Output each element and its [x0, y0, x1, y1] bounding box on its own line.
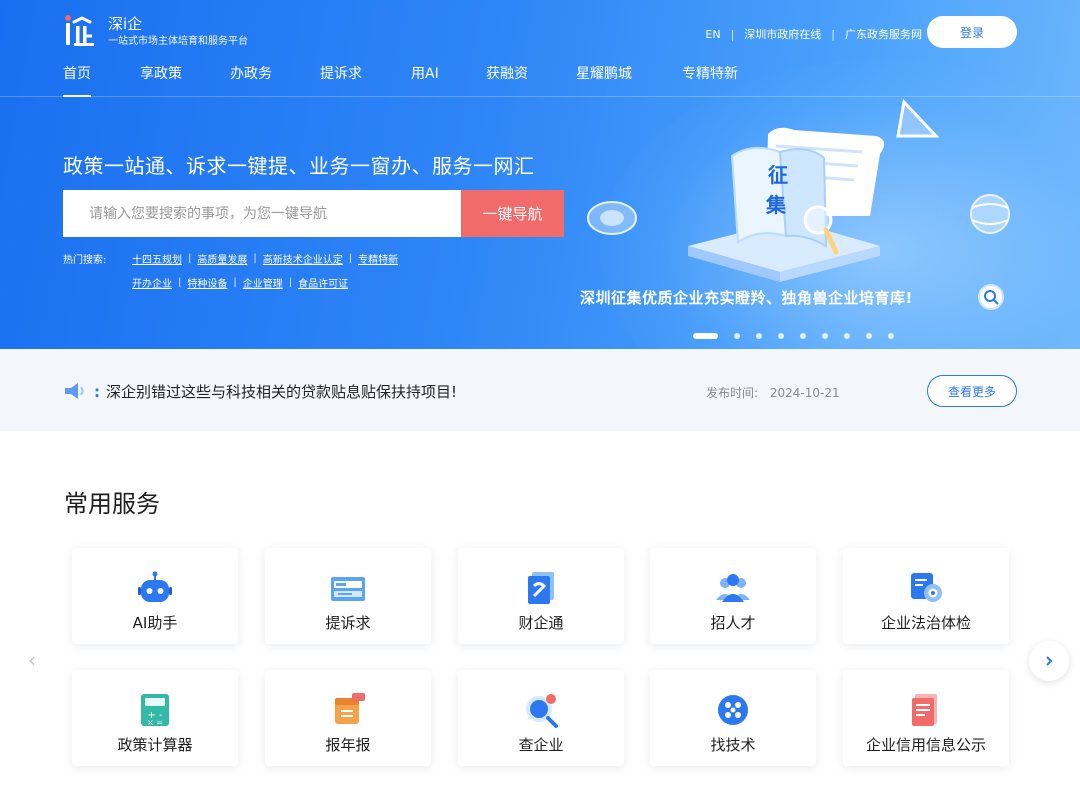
nav-specialized[interactable]: 专精特新 — [682, 63, 738, 97]
chevron-left-icon[interactable]: ‹ — [22, 648, 42, 672]
link-shenzhen-gov[interactable]: 深圳市政府在线 — [744, 26, 821, 42]
notice-publish-time: 发布时间: 2024-10-21 — [706, 384, 840, 401]
link-separator: | — [831, 27, 835, 41]
nav-star-pengcheng[interactable]: 星耀鹏城 — [576, 63, 632, 97]
service-label: 找技术 — [710, 736, 756, 754]
link-separator: | — [730, 27, 735, 41]
service-card-appeal[interactable]: 提诉求 — [265, 548, 431, 644]
service-card-find-tech[interactable]: 找技术 — [650, 670, 816, 766]
section-title-services: 常用服务 — [64, 490, 160, 518]
service-card-talent[interactable]: 招人才 — [650, 548, 816, 644]
site-logo[interactable]: 深i企 一站式市场主体培育和服务平台 — [62, 14, 248, 50]
hero-slogan: 政策一站通、诉求一键提、业务一窗办、服务一网汇 — [63, 154, 535, 178]
megaphone-icon — [63, 382, 85, 404]
publish-time-value: 2024-10-21 — [769, 386, 840, 400]
carousel-dot-9[interactable] — [888, 333, 894, 339]
calculator-icon: + - × = — [137, 692, 173, 728]
service-card-policy-calculator[interactable]: + - × = 政策计算器 — [72, 670, 238, 766]
service-label: 报年报 — [325, 736, 371, 754]
top-links: EN | 深圳市政府在线 | 广东政务服务网 — [705, 26, 922, 42]
carousel-dot-5[interactable] — [800, 333, 806, 339]
search-input[interactable] — [63, 190, 461, 237]
service-card-credit-disclosure[interactable]: 企业信用信息公示 — [843, 670, 1009, 766]
hot-search-row-1: 十四五规划 | 高质量发展 | 高新技术企业认定 | 专精特新 — [132, 251, 399, 266]
service-card-legal-checkup[interactable]: 企业法治体检 — [843, 548, 1009, 644]
nav-home[interactable]: 首页 — [63, 63, 91, 97]
globe-icon — [970, 194, 1010, 234]
hero-banner: 深i企 一站式市场主体培育和服务平台 EN | 深圳市政府在线 | 广东政务服务… — [0, 0, 1080, 349]
service-card-annual-report[interactable]: 报年报 — [265, 670, 431, 766]
finance-doc-icon — [523, 570, 559, 606]
logo-name: 深i企 — [108, 15, 143, 33]
tech-dots-icon — [715, 692, 751, 728]
annual-report-icon — [330, 692, 366, 728]
carousel-dot-2[interactable] — [734, 333, 740, 339]
carousel-dot-8[interactable] — [866, 333, 872, 339]
logo-mark-icon — [62, 14, 98, 50]
hot-search-link[interactable]: 开办企业 — [132, 275, 172, 290]
nav-use-ai[interactable]: 用AI — [411, 63, 439, 97]
notice-headline[interactable]: 深企别错过这些与科技相关的贷款贴息贴保扶持项目! — [106, 383, 457, 401]
banner-badge-bottom: 集 — [765, 193, 787, 217]
banner-badge-top: 征 — [768, 163, 788, 187]
service-label: AI助手 — [132, 614, 178, 632]
notice-text-wrap[interactable]: : 深企别错过这些与科技相关的贷款贴息贴保扶持项目! — [94, 381, 457, 402]
hot-search-row-2: 开办企业 | 特种设备 | 企业管理 | 食品许可证 — [132, 275, 349, 290]
link-en[interactable]: EN — [705, 28, 720, 41]
notice-colon: : — [94, 383, 100, 401]
shield-gear-icon — [908, 570, 944, 606]
robot-icon — [137, 570, 173, 606]
hot-search-link[interactable]: 十四五规划 — [132, 251, 182, 266]
search-button[interactable]: 一键导航 — [461, 190, 564, 237]
service-label: 政策计算器 — [117, 736, 193, 754]
nav-financing[interactable]: 获融资 — [486, 63, 528, 97]
hot-search-link[interactable]: 企业管理 — [243, 275, 283, 290]
search-badge-icon — [978, 284, 1004, 310]
service-label: 财企通 — [518, 614, 564, 632]
carousel-dot-4[interactable] — [778, 333, 784, 339]
triangle-icon — [896, 98, 940, 138]
banner-caption[interactable]: 深圳征集优质企业充实瞪羚、独角兽企业培育库! — [580, 287, 913, 308]
hot-search-label: 热门搜索: — [63, 255, 107, 266]
carousel-dot-1[interactable] — [693, 333, 718, 339]
svg-text:× =: × = — [147, 718, 163, 727]
carousel-indicators — [693, 333, 910, 339]
carousel-dot-6[interactable] — [822, 333, 828, 339]
appeal-board-icon — [330, 570, 366, 606]
glass-disc-icon — [587, 201, 637, 235]
logo-subtitle: 一站式市场主体培育和服务平台 — [108, 36, 248, 47]
service-card-ai-assistant[interactable]: AI助手 — [72, 548, 238, 644]
hot-search-link[interactable]: 高质量发展 — [197, 251, 247, 266]
credit-doc-icon — [908, 692, 944, 728]
hot-search-link[interactable]: 特种设备 — [187, 275, 227, 290]
carousel-dot-3[interactable] — [756, 333, 762, 339]
banner-illustration[interactable]: 征 集 — [580, 96, 1040, 316]
publish-time-label: 发布时间: — [706, 386, 759, 400]
nav-appeal[interactable]: 提诉求 — [320, 63, 362, 97]
view-more-button[interactable]: 查看更多 — [927, 375, 1017, 407]
service-label: 企业信用信息公示 — [865, 736, 986, 754]
service-label: 提诉求 — [325, 614, 371, 632]
link-guangdong-gov-service[interactable]: 广东政务服务网 — [845, 26, 922, 42]
service-card-finance[interactable]: 财企通 — [458, 548, 624, 644]
hot-search-link[interactable]: 高新技术企业认定 — [263, 251, 343, 266]
hot-search-link[interactable]: 专精特新 — [358, 251, 398, 266]
carousel-dot-7[interactable] — [844, 333, 850, 339]
service-card-company-search[interactable]: 查企业 — [458, 670, 624, 766]
service-label: 招人才 — [710, 614, 756, 632]
nav-government-affairs[interactable]: 办政务 — [230, 63, 272, 97]
service-label: 企业法治体检 — [880, 614, 971, 632]
login-button[interactable]: 登录 — [927, 16, 1017, 48]
service-label: 查企业 — [518, 736, 564, 754]
nav-policy[interactable]: 享政策 — [140, 63, 182, 97]
chevron-right-icon[interactable] — [1029, 641, 1069, 681]
search-company-icon — [523, 692, 559, 728]
hot-search-link[interactable]: 食品许可证 — [298, 275, 348, 290]
people-icon — [715, 570, 751, 606]
